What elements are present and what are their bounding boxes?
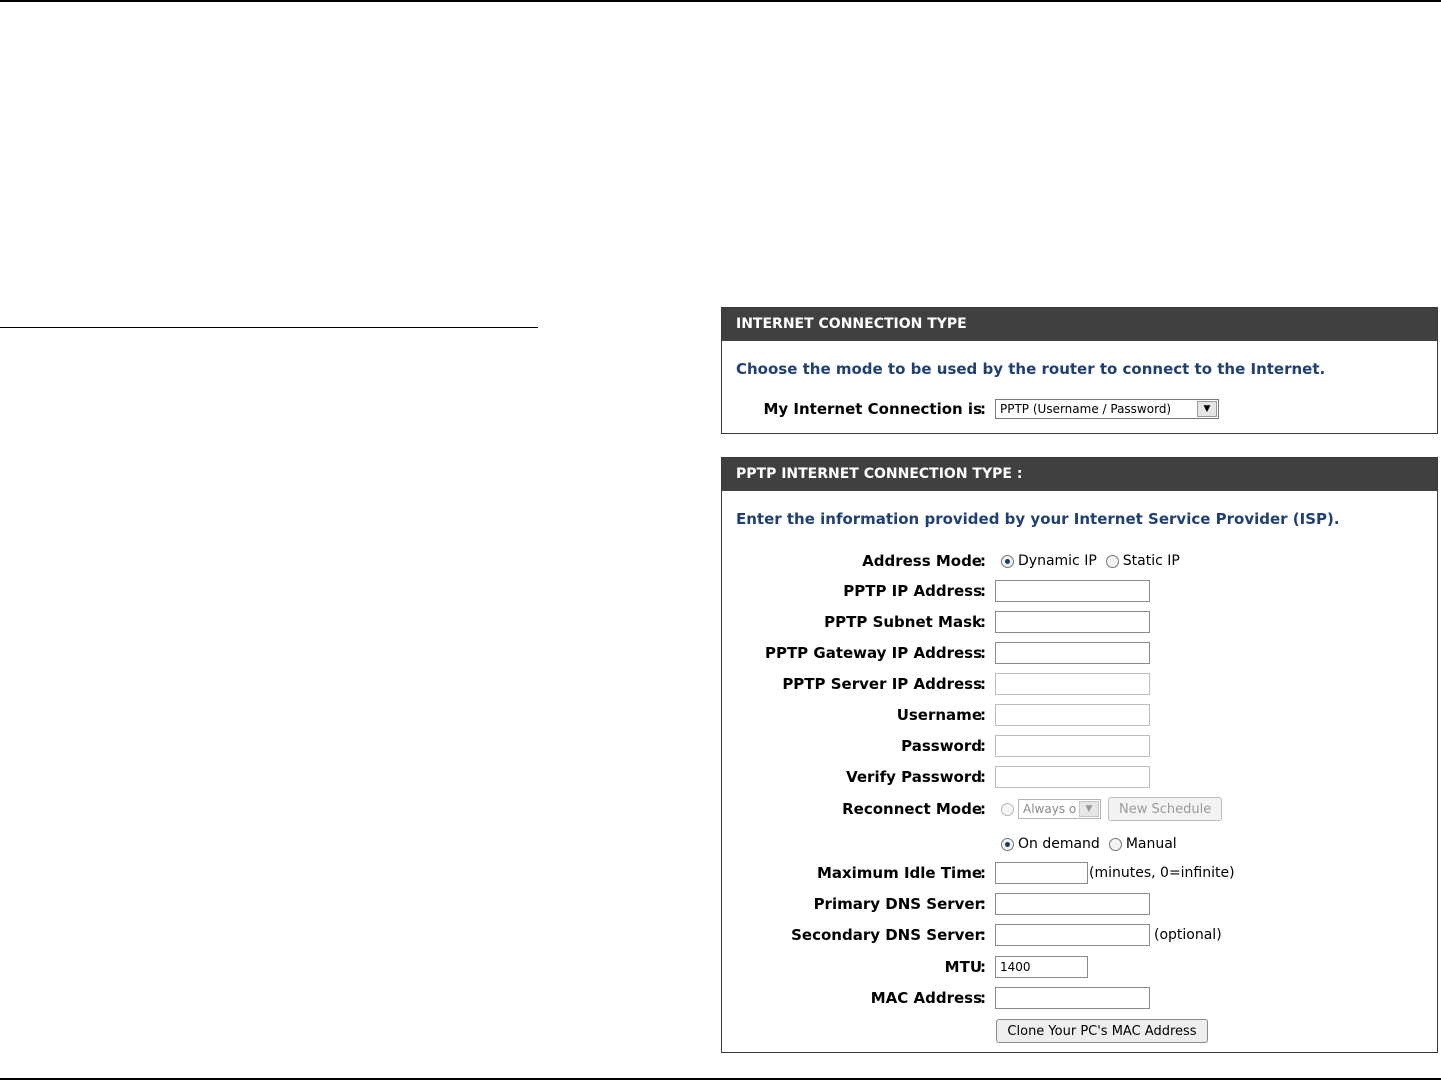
colon: :: [980, 864, 986, 882]
panel-title: PPTP INTERNET CONNECTION TYPE :: [722, 458, 1437, 491]
top-rule: [0, 0, 1441, 2]
idle-time-row: Maximum Idle Time : (minutes, 0=infinite…: [722, 860, 1437, 886]
reconnect-mode-label: Reconnect Mode: [842, 800, 982, 818]
static-ip-radio[interactable]: [1105, 554, 1119, 568]
bottom-rule: [0, 1078, 1441, 1080]
server-ip-input[interactable]: [995, 673, 1150, 695]
colon: :: [980, 582, 986, 600]
colon: :: [980, 552, 986, 570]
new-schedule-button[interactable]: New Schedule: [1108, 797, 1223, 821]
on-demand-radio[interactable]: [1001, 837, 1014, 851]
idle-time-label: Maximum Idle Time: [816, 864, 982, 882]
internet-connection-type-panel: INTERNET CONNECTION TYPE Choose the mode…: [721, 307, 1438, 434]
verify-password-row: Verify Password :: [722, 764, 1437, 790]
mac-address-row: MAC Address :: [722, 985, 1437, 1011]
subnet-mask-row: PPTP Subnet Mask :: [722, 609, 1437, 635]
panel-intro: Choose the mode to be used by the router…: [736, 360, 1326, 378]
dynamic-ip-label: Dynamic IP: [1018, 553, 1097, 569]
pptp-ip-input[interactable]: [995, 580, 1150, 602]
connection-type-row: My Internet Connection is : PPTP (Userna…: [722, 396, 1437, 422]
password-row: Password :: [722, 733, 1437, 759]
manual-label: Manual: [1125, 836, 1177, 852]
address-mode-row: Address Mode : Dynamic IP Static IP: [722, 548, 1437, 574]
always-on-radio[interactable]: [1001, 802, 1014, 816]
colon: :: [980, 737, 986, 755]
idle-time-input[interactable]: [995, 862, 1088, 884]
server-ip-label: PPTP Server IP Address: [782, 675, 982, 693]
colon: :: [980, 400, 986, 418]
secondary-dns-hint: (optional): [1154, 927, 1222, 943]
clone-mac-button[interactable]: Clone Your PC's MAC Address: [996, 1019, 1208, 1043]
chevron-down-icon[interactable]: ▼: [1079, 801, 1099, 817]
verify-password-input[interactable]: [995, 766, 1150, 788]
gateway-input[interactable]: [995, 642, 1150, 664]
password-label: Password: [901, 737, 982, 755]
section-divider: [0, 327, 538, 328]
connection-type-label: My Internet Connection is: [763, 400, 983, 418]
mtu-row: MTU :: [722, 954, 1437, 980]
pptp-ip-label: PPTP IP Address: [843, 582, 982, 600]
secondary-dns-row: Secondary DNS Server : (optional): [722, 922, 1437, 948]
primary-dns-input[interactable]: [995, 893, 1150, 915]
colon: :: [980, 768, 986, 786]
panel-intro: Enter the information provided by your I…: [736, 510, 1340, 528]
username-label: Username: [896, 706, 982, 724]
mtu-label: MTU: [944, 958, 982, 976]
reconnect-mode-row: Reconnect Mode : Always o ▼ New Schedule: [722, 796, 1437, 822]
primary-dns-row: Primary DNS Server :: [722, 891, 1437, 917]
gateway-row: PPTP Gateway IP Address :: [722, 640, 1437, 666]
primary-dns-label: Primary DNS Server: [813, 895, 982, 913]
manual-radio[interactable]: [1108, 837, 1122, 851]
panel-title: INTERNET CONNECTION TYPE: [722, 308, 1437, 341]
on-demand-label: On demand: [1018, 836, 1100, 852]
connection-type-select[interactable]: PPTP (Username / Password) ▼: [995, 399, 1219, 419]
schedule-select[interactable]: Always o ▼: [1018, 799, 1101, 819]
connection-type-value: PPTP (Username / Password): [1000, 402, 1172, 416]
subnet-mask-input[interactable]: [995, 611, 1150, 633]
secondary-dns-label: Secondary DNS Server: [791, 926, 982, 944]
chevron-down-icon[interactable]: ▼: [1197, 401, 1217, 417]
username-input[interactable]: [995, 704, 1150, 726]
idle-time-hint: (minutes, 0=infinite): [1089, 865, 1235, 881]
colon: :: [980, 613, 986, 631]
colon: :: [980, 800, 986, 818]
colon: :: [980, 989, 986, 1007]
pptp-ip-row: PPTP IP Address :: [722, 578, 1437, 604]
mtu-input[interactable]: [995, 956, 1088, 978]
colon: :: [980, 895, 986, 913]
password-input[interactable]: [995, 735, 1150, 757]
secondary-dns-input[interactable]: [995, 924, 1150, 946]
reconnect-options-row: On demand Manual: [722, 831, 1437, 857]
verify-password-label: Verify Password: [846, 768, 982, 786]
mac-address-label: MAC Address: [870, 989, 982, 1007]
username-row: Username :: [722, 702, 1437, 728]
colon: :: [980, 675, 986, 693]
pptp-connection-panel: PPTP INTERNET CONNECTION TYPE : Enter th…: [721, 457, 1438, 1053]
gateway-label: PPTP Gateway IP Address: [764, 644, 982, 662]
clone-mac-row: Clone Your PC's MAC Address: [722, 1018, 1437, 1044]
dynamic-ip-radio[interactable]: [1001, 554, 1014, 568]
colon: :: [980, 644, 986, 662]
address-mode-label: Address Mode: [862, 552, 982, 570]
mac-address-input[interactable]: [995, 987, 1150, 1009]
colon: :: [980, 706, 986, 724]
colon: :: [980, 958, 986, 976]
server-ip-row: PPTP Server IP Address :: [722, 671, 1437, 697]
static-ip-label: Static IP: [1122, 553, 1180, 569]
schedule-value: Always o: [1023, 802, 1077, 816]
colon: :: [980, 926, 986, 944]
subnet-mask-label: PPTP Subnet Mask: [824, 613, 982, 631]
